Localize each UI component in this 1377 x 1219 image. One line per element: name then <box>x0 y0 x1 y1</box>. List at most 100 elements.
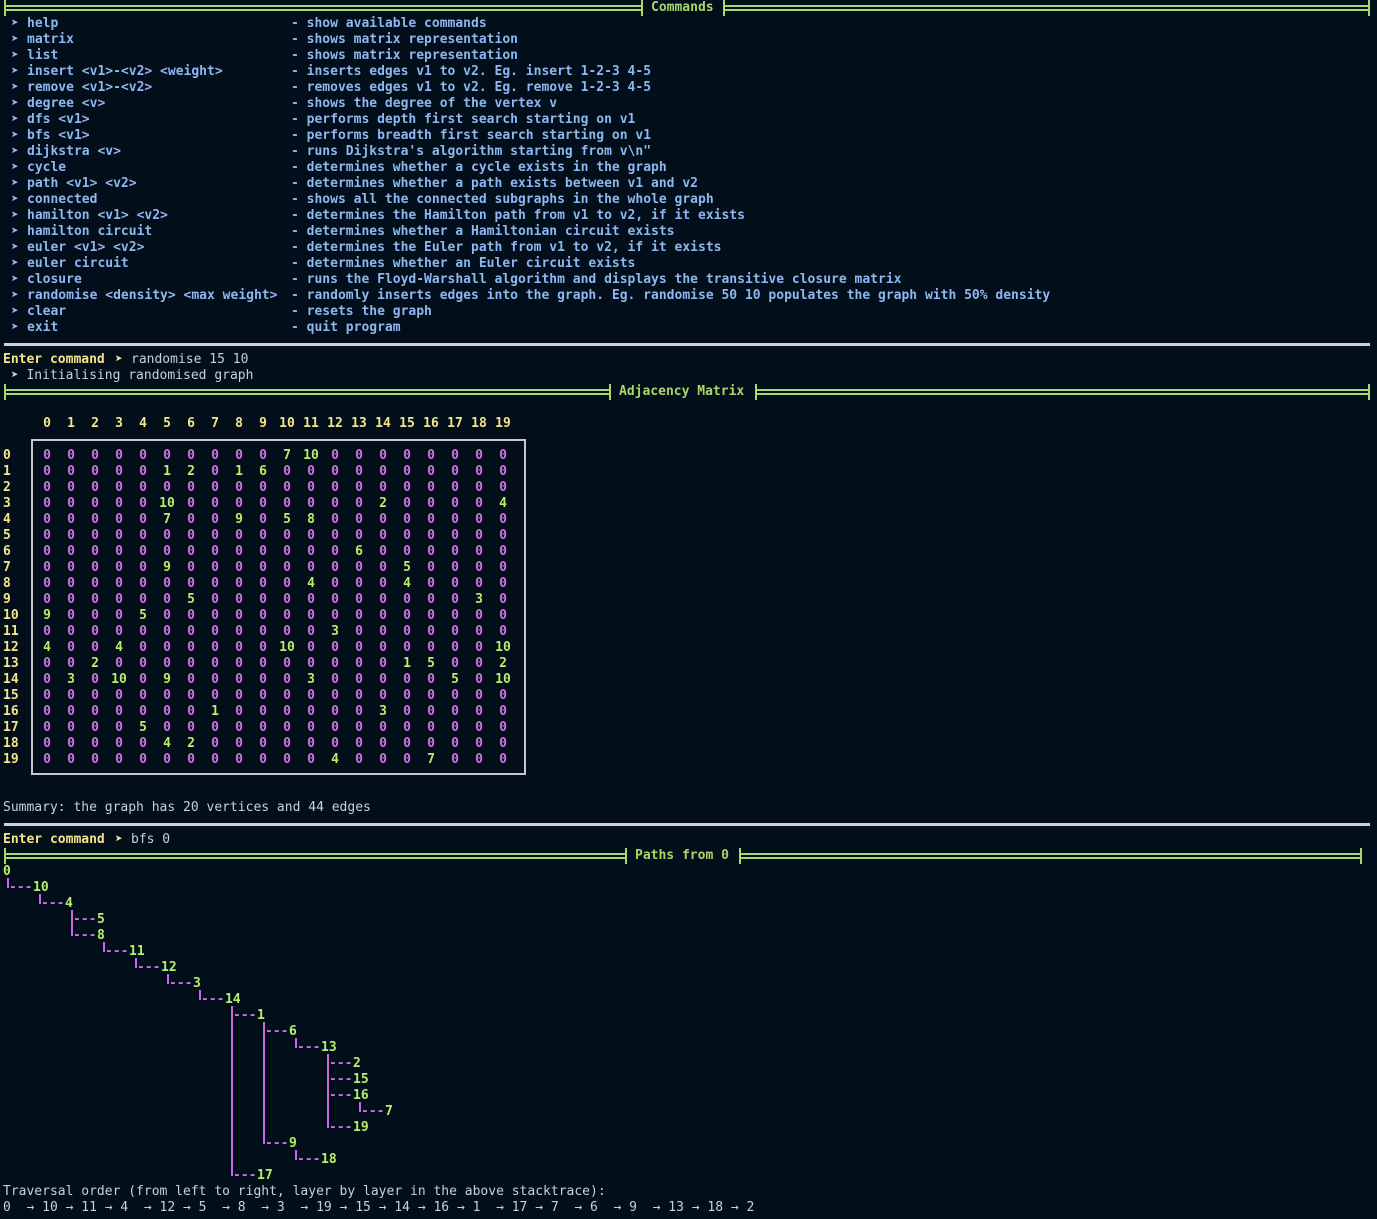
matrix-cell: 0 <box>403 464 411 479</box>
command-input[interactable]: bfs 0 <box>131 832 170 848</box>
banner-line-left <box>6 5 641 11</box>
matrix-cell: 0 <box>355 592 363 607</box>
matrix-cell: 2 <box>187 736 195 751</box>
matrix-cell: 0 <box>475 720 483 735</box>
matrix-cell: 0 <box>67 640 75 655</box>
tree-branch: --- <box>329 1088 353 1103</box>
matrix-cell: 0 <box>283 576 291 591</box>
command-description: - determines whether a Hamiltonian circu… <box>291 224 675 239</box>
matrix-cell: 0 <box>67 448 75 463</box>
matrix-cell: 10 <box>495 640 511 655</box>
matrix-cell: 6 <box>259 464 267 479</box>
matrix-column-header: 8 <box>235 416 243 431</box>
matrix-cell: 0 <box>403 736 411 751</box>
matrix-cell: 0 <box>91 624 99 639</box>
matrix-column-header: 13 <box>351 416 367 431</box>
matrix-cell: 0 <box>499 688 507 703</box>
matrix-cell: 0 <box>307 720 315 735</box>
command-name: dfs <v1> <box>27 112 90 127</box>
command-bullet-icon: ➤ <box>11 256 19 271</box>
matrix-cell: 0 <box>163 656 171 671</box>
matrix-cell: 0 <box>259 448 267 463</box>
matrix-cell: 0 <box>451 576 459 591</box>
matrix-column-header: 14 <box>375 416 391 431</box>
matrix-cell: 0 <box>379 576 387 591</box>
matrix-cell: 0 <box>163 544 171 559</box>
matrix-cell: 0 <box>67 576 75 591</box>
matrix-cell: 0 <box>43 480 51 495</box>
paths-banner: Paths from 0 <box>4 848 1362 864</box>
tree-branch: --- <box>169 976 193 991</box>
matrix-cell: 0 <box>115 528 123 543</box>
matrix-row-header: 1 <box>3 464 11 479</box>
command-description: - removes edges v1 to v2. Eg. remove 1-2… <box>291 80 652 95</box>
matrix-cell: 0 <box>499 480 507 495</box>
matrix-cell: 0 <box>403 672 411 687</box>
command-bullet-icon: ➤ <box>11 176 19 191</box>
matrix-cell: 4 <box>307 576 315 591</box>
matrix-cell: 0 <box>355 720 363 735</box>
matrix-cell: 0 <box>115 592 123 607</box>
matrix-cell: 0 <box>67 512 75 527</box>
banner-cap-inner-left <box>609 384 611 400</box>
matrix-cell: 0 <box>475 496 483 511</box>
matrix-cell: 5 <box>139 720 147 735</box>
matrix-cell: 0 <box>355 672 363 687</box>
matrix-cell: 4 <box>331 752 339 767</box>
matrix-cell: 0 <box>283 608 291 623</box>
matrix-cell: 10 <box>495 672 511 687</box>
matrix-cell: 0 <box>211 544 219 559</box>
matrix-cell: 0 <box>211 560 219 575</box>
matrix-cell: 0 <box>403 624 411 639</box>
banner-title: Paths from 0 <box>635 848 729 863</box>
tree-branch: --- <box>329 1120 353 1135</box>
command-input[interactable]: randomise 15 10 <box>131 352 248 368</box>
matrix-cell: 10 <box>303 448 319 463</box>
matrix-cell: 0 <box>211 496 219 511</box>
command-bullet-icon: ➤ <box>11 224 19 239</box>
matrix-cell: 0 <box>115 512 123 527</box>
matrix-cell: 10 <box>279 640 295 655</box>
matrix-cell: 0 <box>43 560 51 575</box>
matrix-cell: 7 <box>283 448 291 463</box>
matrix-cell: 0 <box>67 752 75 767</box>
traversal-order: 0 → 10 → 11 → 4 → 12 → 5 → 8 → 3 → 19 → … <box>3 1200 755 1215</box>
tree-branch: --- <box>297 1040 321 1055</box>
matrix-cell: 0 <box>451 608 459 623</box>
matrix-cell: 0 <box>283 656 291 671</box>
command-bullet-icon: ➤ <box>11 64 19 79</box>
matrix-column-header: 12 <box>327 416 343 431</box>
banner-line-left <box>6 389 609 395</box>
matrix-cell: 0 <box>115 656 123 671</box>
matrix-cell: 0 <box>259 704 267 719</box>
matrix-column-header: 10 <box>279 416 295 431</box>
command-description: - inserts edges v1 to v2. Eg. insert 1-2… <box>291 64 652 79</box>
matrix-cell: 0 <box>187 656 195 671</box>
matrix-cell: 0 <box>475 736 483 751</box>
command-description: - randomly inserts edges into the graph.… <box>291 288 1051 303</box>
matrix-cell: 7 <box>163 512 171 527</box>
matrix-cell: 0 <box>187 496 195 511</box>
matrix-cell: 0 <box>259 528 267 543</box>
command-bullet-icon: ➤ <box>11 160 19 175</box>
matrix-cell: 0 <box>139 496 147 511</box>
matrix-cell: 0 <box>283 496 291 511</box>
matrix-cell: 1 <box>163 464 171 479</box>
command-name: clear <box>27 304 67 319</box>
matrix-cell: 0 <box>427 688 435 703</box>
matrix-column-header: 5 <box>163 416 171 431</box>
command-bullet-icon: ➤ <box>11 128 19 143</box>
matrix-cell: 0 <box>379 528 387 543</box>
matrix-cell: 0 <box>427 544 435 559</box>
matrix-cell: 0 <box>259 560 267 575</box>
command-bullet-icon: ➤ <box>11 112 19 127</box>
matrix-cell: 0 <box>211 720 219 735</box>
matrix-cell: 0 <box>115 704 123 719</box>
matrix-cell: 0 <box>91 720 99 735</box>
matrix-cell: 0 <box>211 672 219 687</box>
matrix-cell: 0 <box>139 688 147 703</box>
matrix-column-header: 3 <box>115 416 123 431</box>
matrix-column-header: 16 <box>423 416 439 431</box>
command-bullet-icon: ➤ <box>11 288 19 303</box>
matrix-cell: 9 <box>163 672 171 687</box>
